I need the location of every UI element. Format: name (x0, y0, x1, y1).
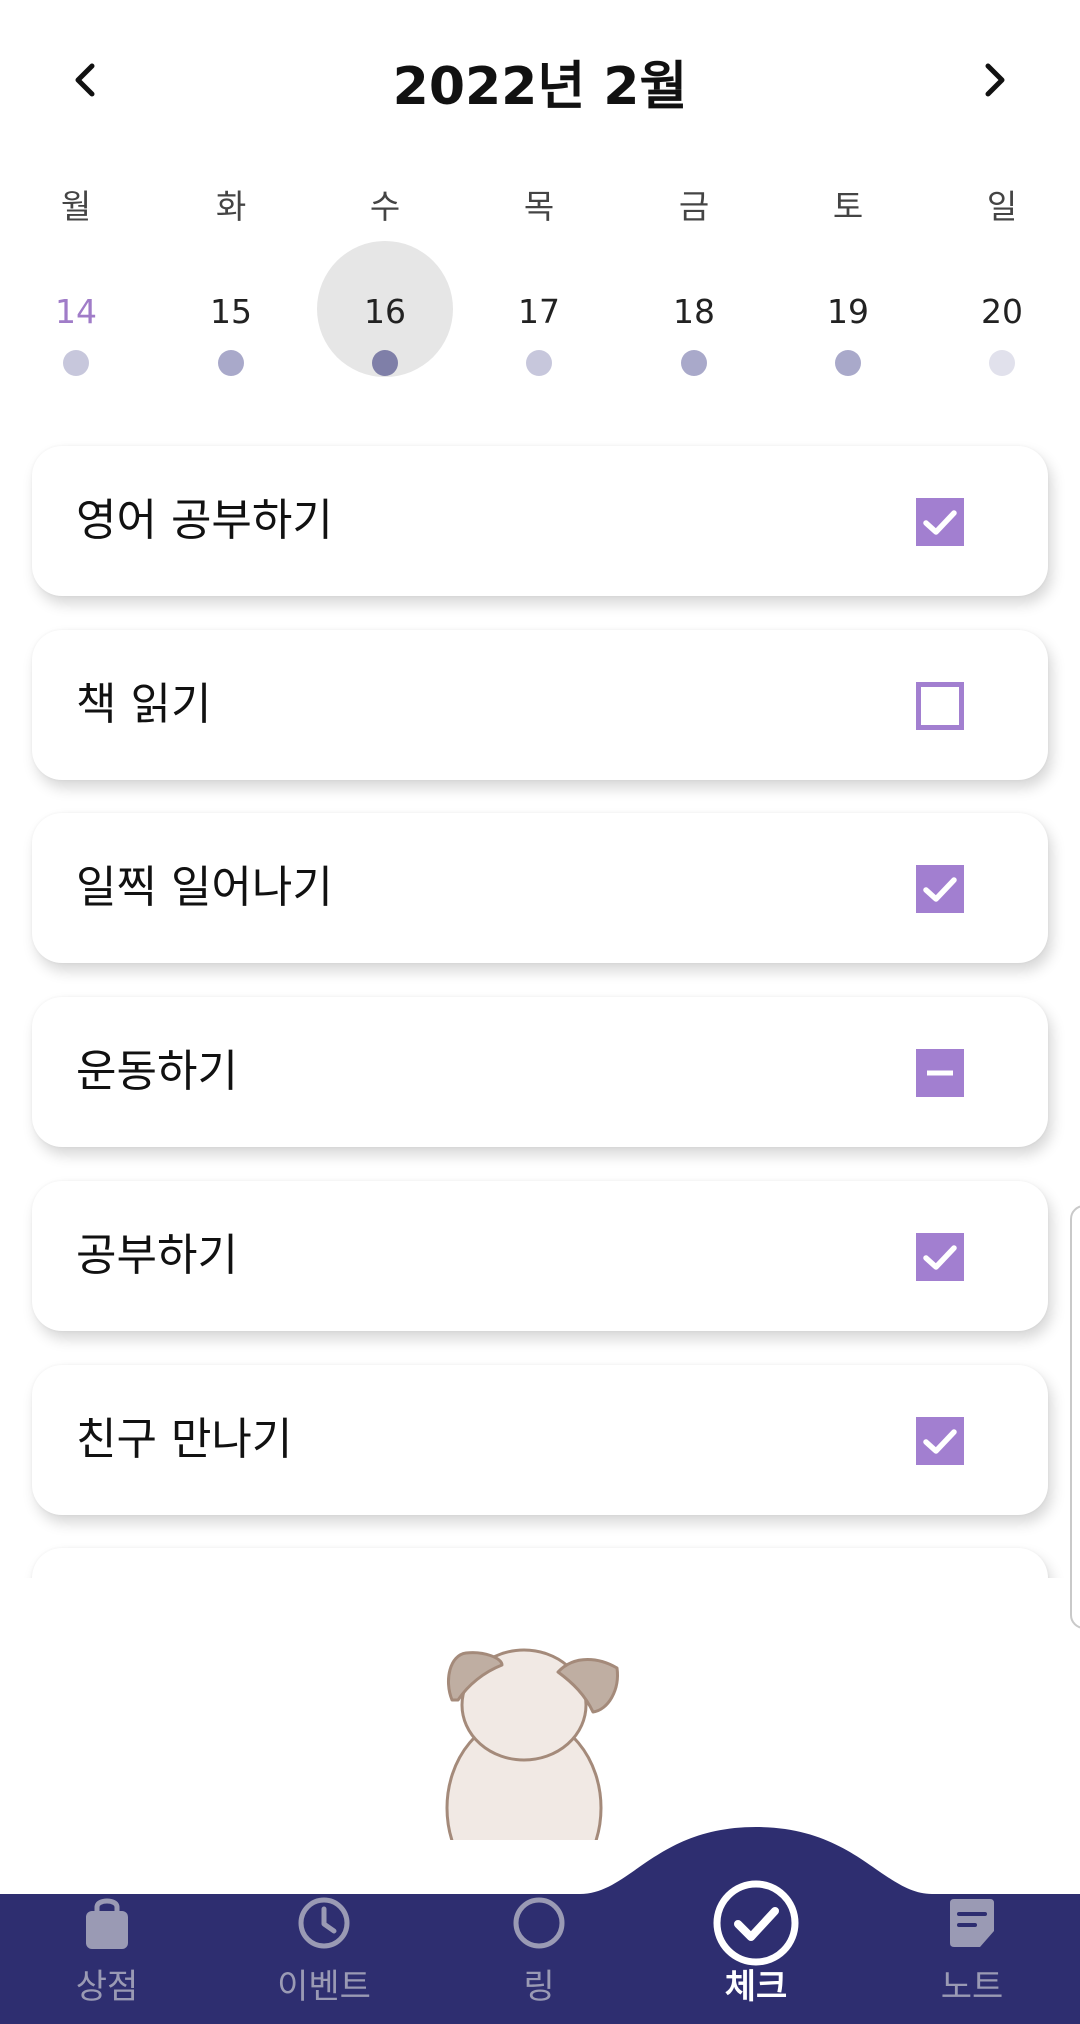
chevron-right-icon (985, 63, 1005, 97)
task-label: 영어 공부하기 (76, 495, 333, 546)
date-number: 16 (364, 292, 406, 331)
tab-ring[interactable]: 링 (464, 1893, 614, 2024)
checkmark-icon (923, 1245, 957, 1270)
task-label: 친구 만나기 (76, 1414, 293, 1465)
weekday-label: 목 (523, 187, 555, 226)
task-checkbox-partial[interactable] (916, 1049, 964, 1097)
task-card-partial-visible[interactable] (32, 1548, 1048, 1578)
progress-dot (63, 350, 89, 376)
progress-dot (372, 350, 398, 376)
task-card[interactable]: 일찍 일어나기 (32, 813, 1048, 963)
task-label: 공부하기 (76, 1230, 238, 1281)
tab-label: 노트 (940, 1967, 1004, 2007)
ring-icon (513, 1897, 565, 1949)
task-card[interactable]: 운동하기 (32, 997, 1048, 1147)
progress-dot (681, 350, 707, 376)
task-label: 책 읽기 (76, 679, 212, 730)
progress-dot (989, 350, 1015, 376)
task-checkbox-checked[interactable] (916, 865, 964, 913)
tab-label: 이벤트 (277, 1967, 371, 2007)
task-label: 일찍 일어나기 (76, 862, 333, 913)
date-number: 14 (55, 292, 97, 331)
date-number: 18 (673, 292, 715, 331)
task-checkbox-checked[interactable] (916, 1417, 964, 1465)
weekday-label: 토 (832, 187, 864, 226)
date-number: 19 (827, 292, 869, 331)
task-card[interactable]: 공부하기 (32, 1181, 1048, 1331)
date-number: 17 (518, 292, 560, 331)
clock-icon (298, 1897, 350, 1949)
weekday-label: 월 (60, 187, 92, 226)
date-number: 15 (210, 292, 252, 331)
checkmark-icon (923, 877, 957, 902)
check-circle-icon (713, 1880, 799, 1966)
task-checkbox-checked[interactable] (916, 498, 964, 546)
weekday-label: 일 (986, 187, 1018, 226)
date-number: 20 (981, 292, 1023, 331)
tab-note[interactable]: 노트 (897, 1893, 1047, 2024)
shopping-bag-icon (86, 1898, 128, 1949)
tab-label: 링 (523, 1967, 555, 2007)
tab-check[interactable]: 체크 (681, 1880, 831, 2024)
task-card[interactable]: 친구 만나기 (32, 1365, 1048, 1515)
month-title: 2022년 2월 (392, 57, 688, 117)
task-checkbox-checked[interactable] (916, 1233, 964, 1281)
weekday-label: 금 (678, 187, 710, 226)
checkmark-icon (923, 1429, 957, 1454)
note-icon (950, 1899, 994, 1947)
calendar-header: 2022년 2월 (0, 0, 1080, 160)
weekday-label: 화 (215, 187, 247, 226)
tab-event[interactable]: 이벤트 (249, 1893, 399, 2024)
tab-label: 상점 (75, 1967, 139, 2007)
task-checkbox-empty[interactable] (916, 682, 964, 730)
task-card[interactable]: 책 읽기 (32, 630, 1048, 780)
progress-dot (218, 350, 244, 376)
pet-character-icon (445, 1648, 619, 1840)
next-month-button[interactable] (960, 50, 1030, 110)
task-label: 운동하기 (76, 1046, 238, 1097)
tab-label: 체크 (724, 1967, 788, 2007)
progress-dot (526, 350, 552, 376)
minus-icon (927, 1070, 953, 1076)
progress-dot (835, 350, 861, 376)
weekday-label: 수 (369, 187, 401, 226)
checkmark-icon (923, 510, 957, 535)
task-card[interactable]: 영어 공부하기 (32, 446, 1048, 596)
task-list[interactable]: 영어 공부하기 책 읽기 일찍 일어나기 운동하기 공부하기 친구 만나기 (0, 440, 1080, 1578)
scroll-handle[interactable] (1070, 1205, 1080, 1629)
tab-shop[interactable]: 상점 (32, 1893, 182, 2024)
